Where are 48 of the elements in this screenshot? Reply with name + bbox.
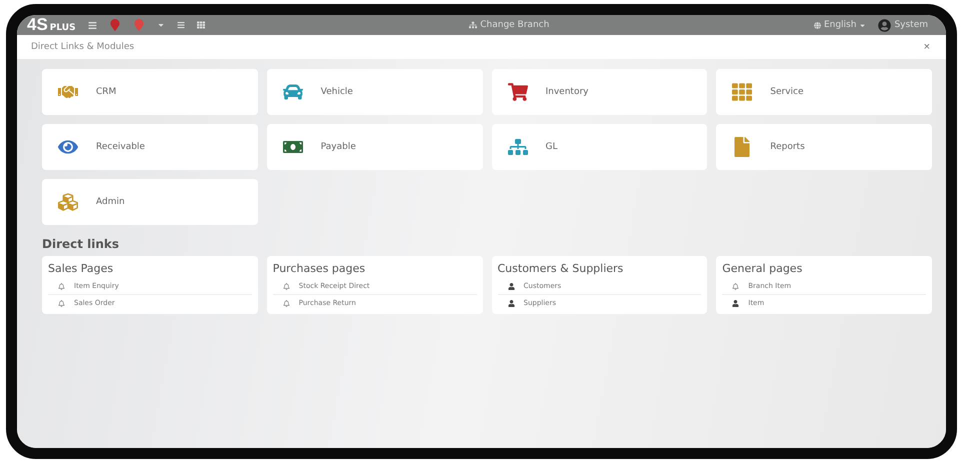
user-icon: [732, 300, 740, 306]
module-label: Inventory: [546, 87, 588, 97]
module-label: Receivable: [96, 142, 145, 152]
bell-icon: [282, 282, 290, 290]
bell-icon: [282, 300, 290, 306]
logo: 4S: [27, 15, 48, 34]
module-label: Vehicle: [320, 87, 353, 97]
logo-suffix: PLUS: [50, 23, 76, 33]
close-button[interactable]: ×: [920, 41, 934, 53]
bell-icon: [58, 282, 65, 290]
list-icon[interactable]: [176, 21, 185, 29]
dialog-title: Direct Links & Modules: [31, 42, 134, 52]
module-card[interactable]: Vehicle: [266, 69, 482, 115]
caret-icon[interactable]: [156, 21, 165, 29]
caret-icon: [859, 22, 866, 28]
section-heading: Direct links: [42, 237, 120, 251]
module-card[interactable]: Payable: [266, 124, 482, 170]
module-label: Reports: [770, 142, 805, 152]
grid-icon[interactable]: [196, 21, 205, 29]
module-card[interactable]: Reports: [716, 124, 932, 170]
marker-icon[interactable]: [108, 19, 121, 31]
module-label: Payable: [320, 142, 356, 152]
module-label: GL: [546, 142, 558, 152]
module-card[interactable]: Receivable: [42, 124, 258, 170]
user-icon: [508, 300, 514, 306]
module-card[interactable]: GL: [492, 124, 708, 170]
globe-icon: [814, 22, 821, 28]
menu-icon[interactable]: [88, 20, 97, 30]
bell-icon: [732, 282, 740, 290]
module-label: CRM: [96, 87, 116, 97]
group-title: Purchases pages: [272, 262, 366, 275]
module-label: Admin: [96, 197, 125, 207]
module-card[interactable]: Service: [716, 69, 932, 115]
group-title: Sales Pages: [48, 262, 114, 275]
module-card[interactable]: CRM: [42, 69, 258, 115]
group-title: General pages: [722, 262, 804, 275]
hierarchy-icon: [469, 21, 478, 29]
change-branch-link[interactable]: Change Branch: [469, 20, 550, 30]
avatar-icon: [878, 18, 892, 32]
user-icon: [508, 282, 514, 290]
bell-icon: [58, 300, 65, 306]
group-title: Customers & Suppliers: [498, 262, 624, 275]
user-menu[interactable]: System: [878, 18, 928, 32]
language-menu[interactable]: English: [814, 20, 866, 30]
module-card[interactable]: Admin: [42, 179, 258, 225]
module-label: Service: [770, 87, 804, 97]
module-card[interactable]: Inventory: [492, 69, 708, 115]
marker-icon[interactable]: [132, 19, 145, 31]
